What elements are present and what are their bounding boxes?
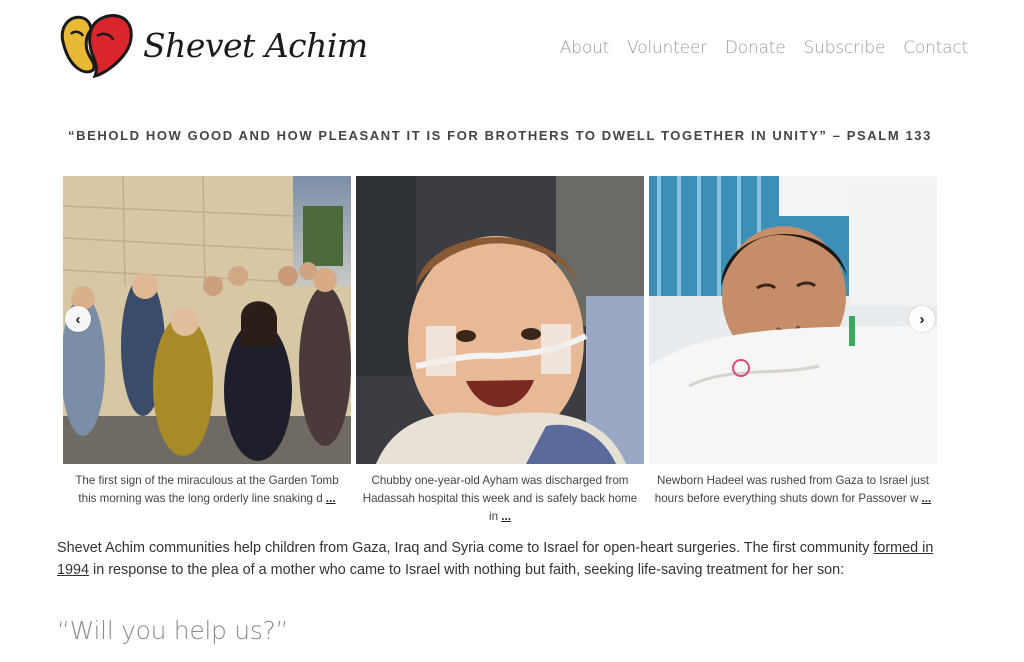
hands-heart-icon	[60, 14, 133, 78]
carousel-slide[interactable]: Chubby one-year-old Ayham was discharged…	[356, 176, 644, 526]
quote-heading: “Will you help us?”	[57, 616, 289, 645]
page: Shevet Achim About Volunteer Donate Subs…	[0, 0, 1024, 662]
caption-text: Newborn Hadeel was rushed from Gaza to I…	[654, 474, 929, 505]
nav-donate[interactable]: Donate	[725, 38, 786, 58]
carousel-slide[interactable]: Newborn Hadeel was rushed from Gaza to I…	[649, 176, 937, 508]
slide-caption: Chubby one-year-old Ayham was discharged…	[356, 472, 644, 526]
main-nav: About Volunteer Donate Subscribe Contact	[560, 38, 968, 58]
carousel-slide[interactable]: The first sign of the miraculous at the …	[63, 176, 351, 508]
baby-photo-image[interactable]	[356, 176, 644, 464]
logo-text: Shevet Achim	[143, 25, 368, 65]
read-more-link[interactable]: ...	[501, 510, 511, 523]
chevron-right-icon: ›	[919, 310, 925, 328]
slide-caption: The first sign of the miraculous at the …	[63, 472, 351, 508]
intro-text: Shevet Achim communities help children f…	[57, 540, 874, 556]
nav-volunteer[interactable]: Volunteer	[627, 38, 707, 58]
carousel-prev-button[interactable]: ‹	[65, 306, 91, 332]
read-more-link[interactable]: ...	[922, 492, 932, 505]
caption-text: The first sign of the miraculous at the …	[75, 474, 339, 505]
nav-about[interactable]: About	[560, 38, 609, 58]
nav-contact[interactable]: Contact	[903, 38, 968, 58]
intro-text: in response to the plea of a mother who …	[89, 562, 845, 578]
site-logo[interactable]: Shevet Achim	[57, 12, 368, 78]
slide-caption: Newborn Hadeel was rushed from Gaza to I…	[649, 472, 937, 508]
carousel-next-button[interactable]: ›	[909, 306, 935, 332]
caption-text: Chubby one-year-old Ayham was discharged…	[362, 474, 638, 523]
newborn-photo-image[interactable]	[649, 176, 937, 464]
motto-heading: “BEHOLD HOW GOOD AND HOW PLEASANT IT IS …	[68, 128, 932, 143]
photo-carousel: The first sign of the miraculous at the …	[63, 176, 937, 526]
chevron-left-icon: ‹	[75, 310, 81, 328]
read-more-link[interactable]: ...	[326, 492, 336, 505]
group-photo-image[interactable]	[63, 176, 351, 464]
nav-subscribe[interactable]: Subscribe	[804, 38, 886, 58]
intro-paragraph: Shevet Achim communities help children f…	[57, 537, 937, 581]
